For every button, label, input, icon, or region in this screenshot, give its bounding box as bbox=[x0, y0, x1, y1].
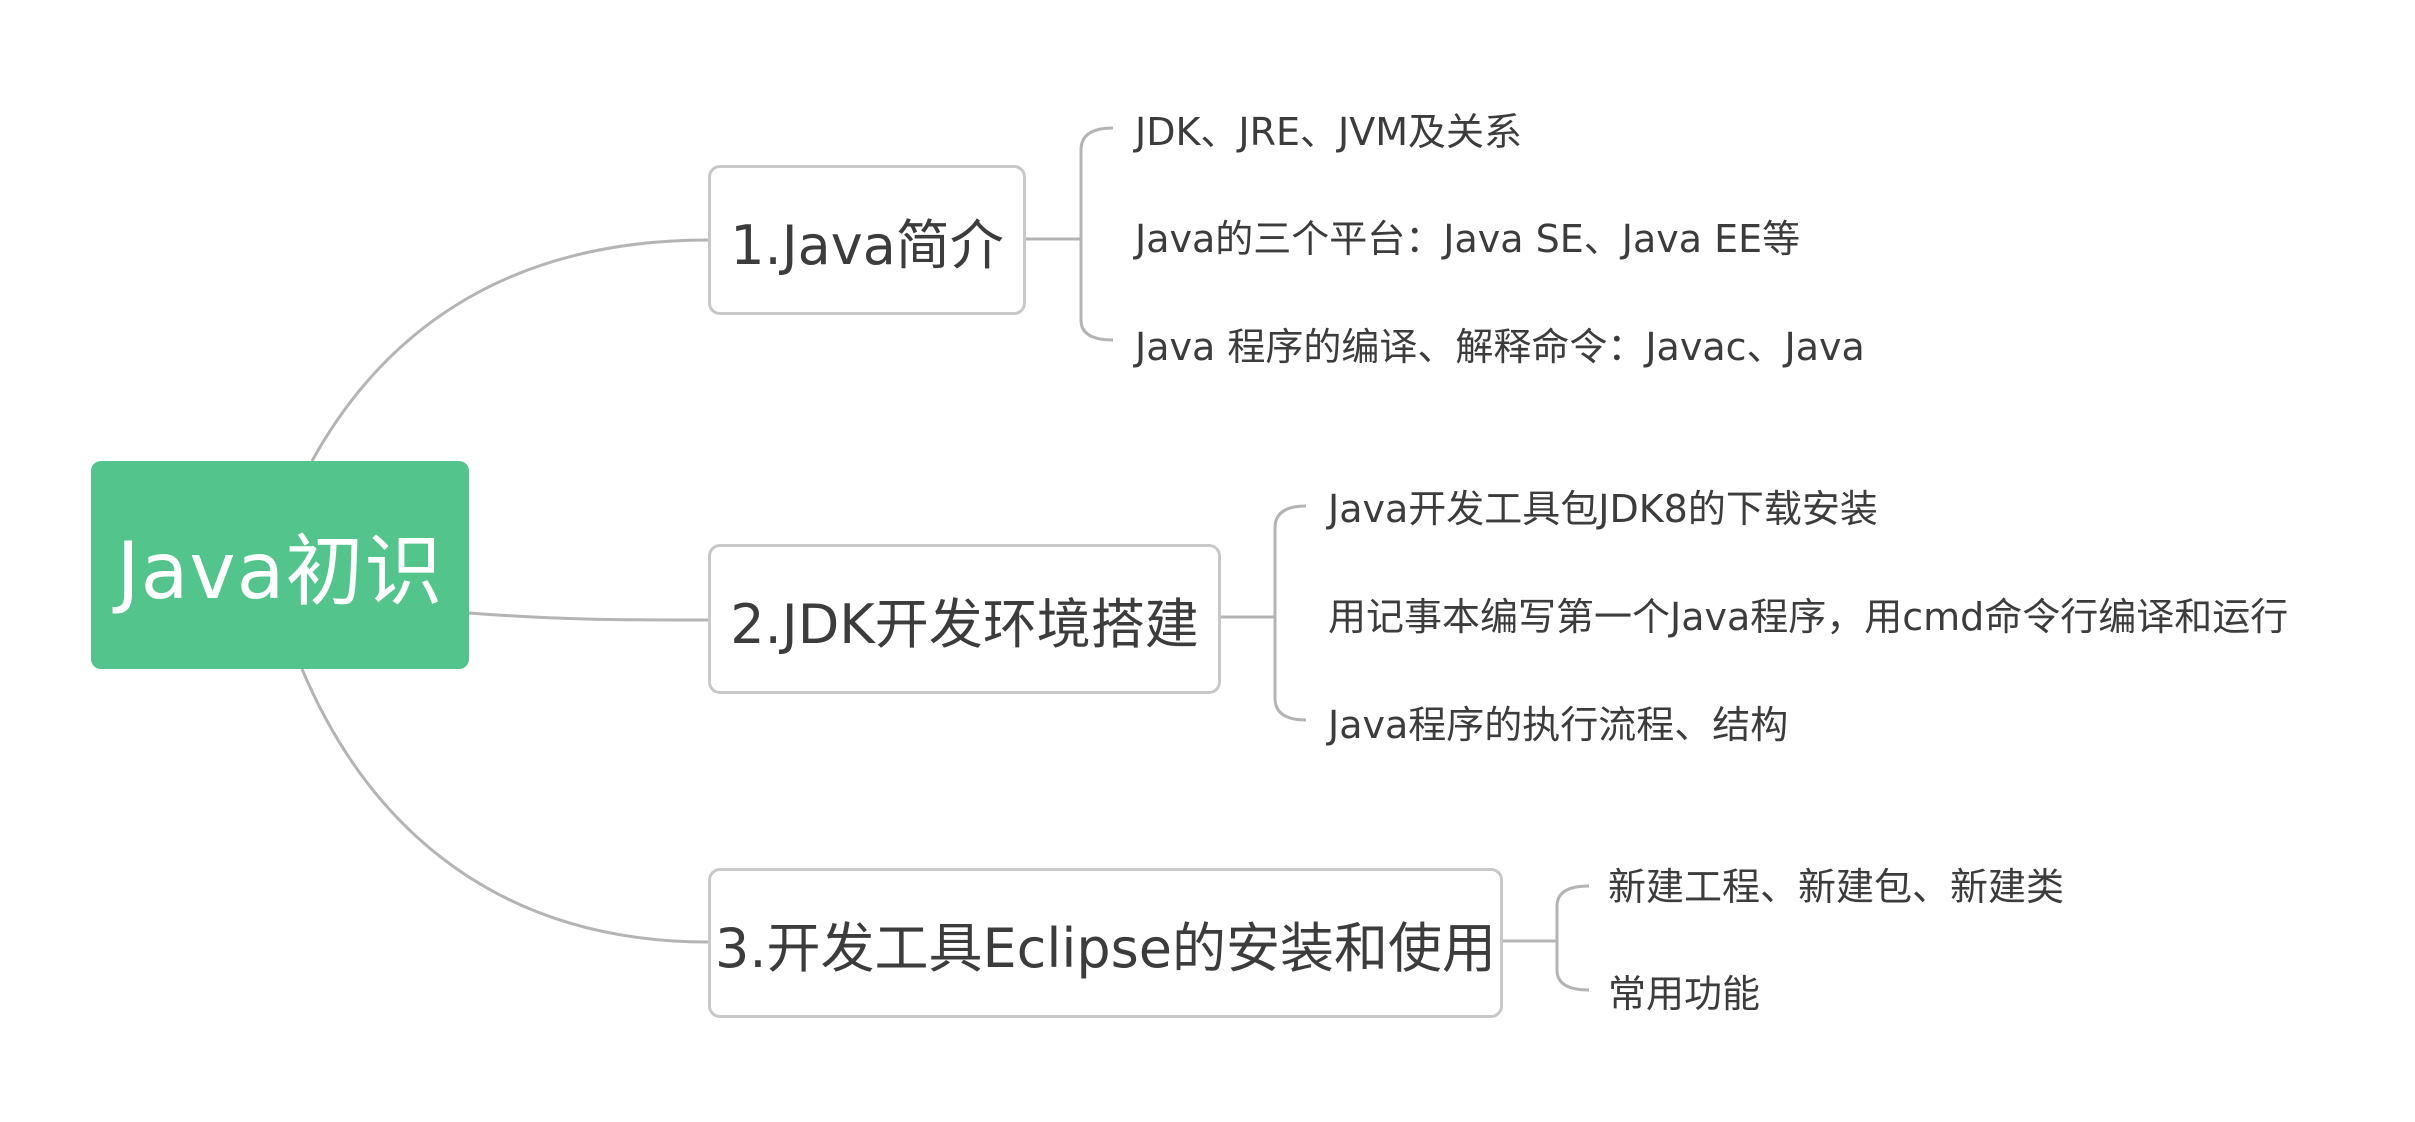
root-node[interactable]: Java初识 bbox=[91, 461, 469, 669]
leaf-new-project[interactable]: 新建工程、新建包、新建类 bbox=[1608, 864, 2064, 910]
branch-node-eclipse[interactable]: 3.开发工具Eclipse的安装和使用 bbox=[708, 868, 1503, 1018]
leaf-first-program[interactable]: 用记事本编写第一个Java程序，用cmd命令行编译和运行 bbox=[1328, 594, 2288, 640]
branch-node-java-intro[interactable]: 1.Java简介 bbox=[708, 165, 1026, 315]
leaf-java-platforms[interactable]: Java的三个平台：Java SE、Java EE等 bbox=[1135, 216, 1800, 262]
bracket-branch-3 bbox=[1503, 884, 1590, 992]
leaf-jdk8-install[interactable]: Java开发工具包JDK8的下载安装 bbox=[1328, 486, 1878, 532]
connector-root-branch-1 bbox=[310, 238, 709, 462]
connector-root-branch-2 bbox=[468, 611, 709, 622]
leaf-compile-commands[interactable]: Java 程序的编译、解释命令：Javac、Java bbox=[1135, 324, 1865, 370]
bracket-branch-1 bbox=[1026, 126, 1114, 342]
mindmap: Java初识 1.Java简介 2.JDK开发环境搭建 3.开发工具Eclips… bbox=[0, 0, 2415, 1122]
leaf-jdk-jre-jvm[interactable]: JDK、JRE、JVM及关系 bbox=[1135, 109, 1522, 155]
leaf-common-functions[interactable]: 常用功能 bbox=[1608, 971, 1760, 1017]
bracket-branch-2 bbox=[1221, 504, 1307, 722]
connector-root-branch-3 bbox=[300, 668, 709, 944]
branch-node-jdk-setup[interactable]: 2.JDK开发环境搭建 bbox=[708, 544, 1221, 694]
leaf-execution-flow[interactable]: Java程序的执行流程、结构 bbox=[1328, 702, 1788, 748]
